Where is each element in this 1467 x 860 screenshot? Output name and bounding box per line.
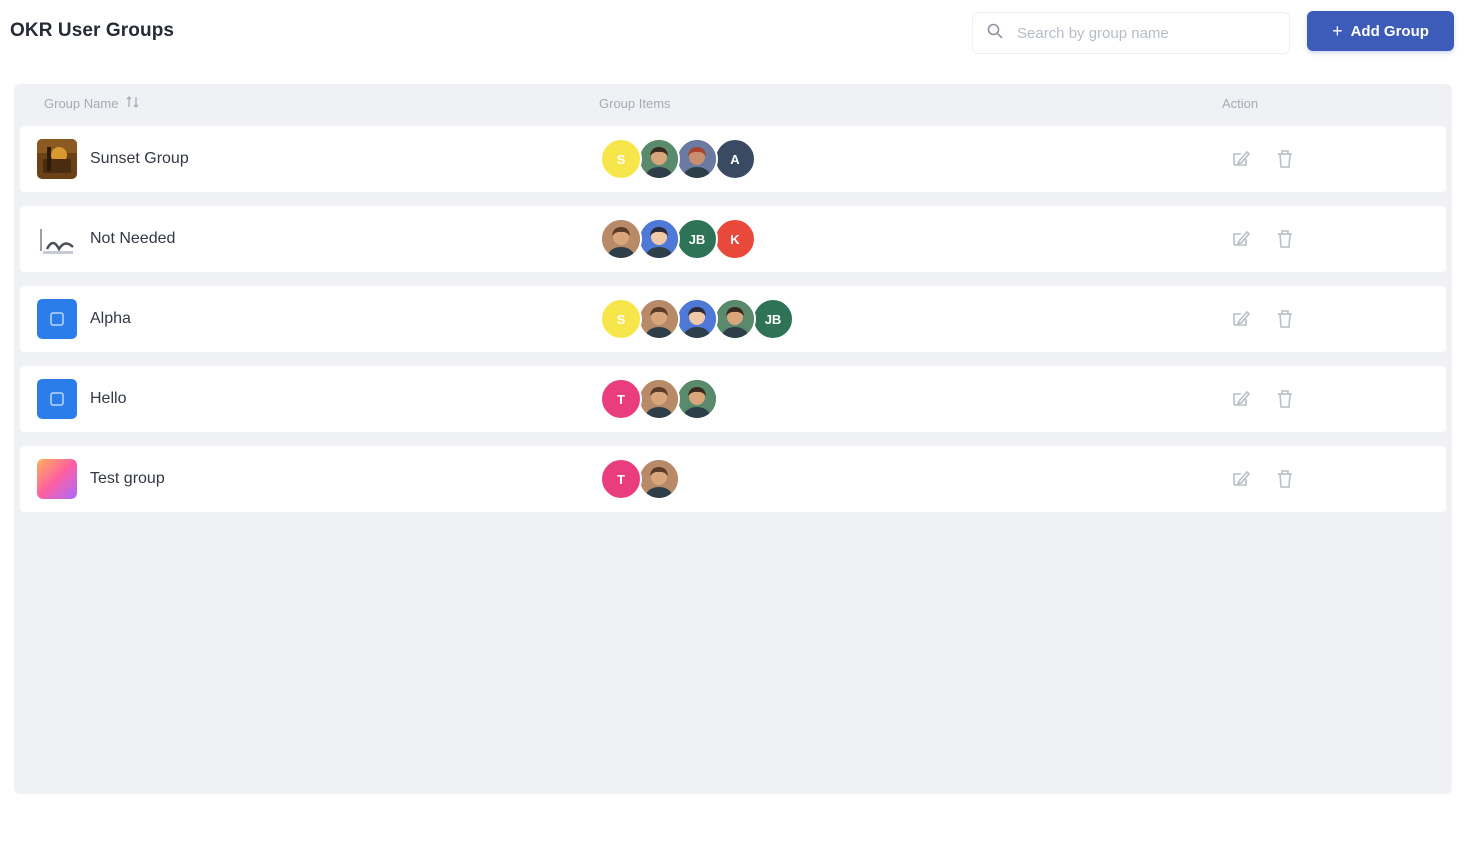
edit-icon[interactable] <box>1230 388 1252 410</box>
table-row[interactable]: Sunset Group S A <box>20 126 1446 192</box>
avatar-initials: S <box>616 311 626 327</box>
edit-icon[interactable] <box>1230 228 1252 250</box>
avatar-initials: S <box>616 151 626 167</box>
group-name: Test group <box>90 470 165 487</box>
avatar[interactable] <box>676 298 718 340</box>
edit-icon[interactable] <box>1230 468 1252 490</box>
avatar[interactable]: A <box>714 138 756 180</box>
trash-icon[interactable] <box>1274 148 1296 170</box>
table-row[interactable]: Hello T <box>20 366 1446 432</box>
avatar[interactable]: S <box>600 298 642 340</box>
row-actions <box>1230 388 1296 410</box>
trash-icon[interactable] <box>1274 388 1296 410</box>
row-actions <box>1230 228 1296 250</box>
group-name: Sunset Group <box>90 150 189 167</box>
page-title: OKR User Groups <box>10 20 175 41</box>
add-group-label: Add Group <box>1350 22 1429 40</box>
group-name: Alpha <box>90 310 131 327</box>
row-actions <box>1230 308 1296 330</box>
avatar[interactable] <box>676 378 718 420</box>
table-row[interactable]: Test group T <box>20 446 1446 512</box>
group-name: Hello <box>90 390 127 407</box>
groups-table: Group Name Group Items Action Sunset Gro… <box>14 84 1452 794</box>
search-box[interactable] <box>972 12 1290 54</box>
table-row[interactable]: Not Needed JB K <box>20 206 1446 272</box>
avatar[interactable] <box>638 458 680 500</box>
group-icon <box>37 299 77 339</box>
table-header: Group Name Group Items Action <box>14 84 1452 124</box>
group-icon <box>37 379 77 419</box>
search-icon <box>987 23 1003 44</box>
edit-icon[interactable] <box>1230 148 1252 170</box>
row-actions <box>1230 468 1296 490</box>
edit-icon[interactable] <box>1230 308 1252 330</box>
avatar[interactable] <box>638 218 680 260</box>
column-header-action: Action <box>1222 96 1258 111</box>
group-name: Not Needed <box>90 230 176 247</box>
table-row[interactable]: Alpha S JB <box>20 286 1446 352</box>
avatar[interactable]: S <box>600 138 642 180</box>
avatar[interactable]: JB <box>676 218 718 260</box>
column-header-label: Group Items <box>599 96 671 111</box>
avatar[interactable]: JB <box>752 298 794 340</box>
plus-icon: + <box>1332 21 1343 41</box>
avatar-initials: T <box>617 471 625 487</box>
group-icon <box>37 219 77 259</box>
column-header-label: Action <box>1222 96 1259 111</box>
avatar[interactable]: K <box>714 218 756 260</box>
avatar[interactable] <box>676 138 718 180</box>
avatar[interactable] <box>638 138 680 180</box>
column-header-group-name[interactable]: Group Name <box>44 96 140 111</box>
row-actions <box>1230 148 1296 170</box>
avatar-initials: K <box>730 231 740 247</box>
avatar[interactable] <box>714 298 756 340</box>
search-input[interactable] <box>1017 24 1267 42</box>
avatar-initials: T <box>617 391 625 407</box>
add-group-button[interactable]: + Add Group <box>1307 11 1454 51</box>
avatar[interactable]: T <box>600 378 642 420</box>
avatar[interactable] <box>638 378 680 420</box>
avatar-initials: JB <box>764 311 782 327</box>
avatar[interactable]: T <box>600 458 642 500</box>
avatar[interactable] <box>600 218 642 260</box>
column-header-label: Group Name <box>44 96 119 111</box>
avatar-initials: JB <box>688 231 706 247</box>
group-icon <box>37 139 77 179</box>
trash-icon[interactable] <box>1274 308 1296 330</box>
group-icon <box>37 459 77 499</box>
column-header-group-items: Group Items <box>599 96 671 111</box>
sort-icon[interactable] <box>126 96 140 111</box>
trash-icon[interactable] <box>1274 468 1296 490</box>
trash-icon[interactable] <box>1274 228 1296 250</box>
avatar-initials: A <box>730 151 740 167</box>
avatar[interactable] <box>638 298 680 340</box>
